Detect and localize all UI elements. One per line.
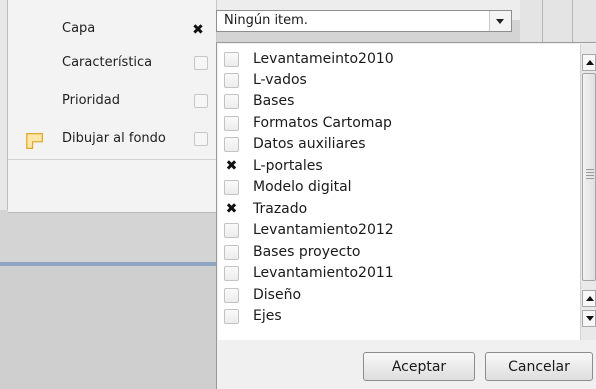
arrow-up-icon bbox=[586, 296, 594, 301]
window-left-edge bbox=[0, 0, 8, 210]
item-label: Ejes bbox=[253, 308, 282, 324]
item-checkbox[interactable] bbox=[224, 309, 239, 324]
dibujar-al-fondo-checkbox[interactable] bbox=[194, 132, 208, 146]
item-checkbox[interactable] bbox=[224, 288, 239, 303]
list-item[interactable]: Levantameinto2010 bbox=[218, 50, 568, 72]
item-label: Trazado bbox=[253, 201, 308, 217]
arrow-up-icon bbox=[586, 60, 594, 65]
item-label: Diseño bbox=[253, 287, 302, 303]
list-item[interactable]: Modelo digital bbox=[218, 178, 568, 200]
item-label: Datos auxiliares bbox=[253, 136, 366, 152]
list-item[interactable]: Ejes bbox=[218, 307, 568, 329]
item-checkbox[interactable] bbox=[224, 266, 239, 281]
item-label: Bases proyecto bbox=[253, 244, 361, 260]
item-checkbox[interactable] bbox=[224, 116, 239, 131]
scroll-up-button[interactable] bbox=[582, 54, 596, 71]
chevron-down-icon bbox=[496, 19, 504, 24]
cancel-button[interactable]: Cancelar bbox=[485, 352, 593, 381]
grip-icon bbox=[586, 169, 594, 181]
item-label: Formatos Cartomap bbox=[253, 115, 392, 131]
item-label: Levantamiento2012 bbox=[253, 222, 394, 238]
row-label-capa: Capa bbox=[62, 21, 96, 36]
list-item[interactable]: Levantamiento2011 bbox=[218, 264, 568, 286]
empty-canvas-area bbox=[0, 266, 216, 389]
layer-combo[interactable]: Ningún item. bbox=[216, 10, 512, 32]
layer-dropdown: Levantameinto2010 L-vados Bases Formatos… bbox=[216, 42, 596, 389]
item-checkbox[interactable] bbox=[224, 52, 239, 67]
capa-checkbox[interactable]: ✖ bbox=[191, 23, 205, 37]
combo-dropdown-button[interactable] bbox=[489, 11, 511, 31]
prioridad-checkbox[interactable] bbox=[194, 94, 208, 108]
item-checkbox[interactable] bbox=[224, 223, 239, 238]
row-label-dibujar-al-fondo: Dibujar al fondo bbox=[62, 131, 166, 146]
list-item[interactable]: Levantamiento2012 bbox=[218, 221, 568, 243]
list-item[interactable]: Diseño bbox=[218, 286, 568, 308]
row-label-caracteristica: Característica bbox=[62, 55, 153, 70]
item-checkbox[interactable] bbox=[224, 94, 239, 109]
layer-checklist: Levantameinto2010 L-vados Bases Formatos… bbox=[218, 44, 580, 340]
list-item[interactable]: ✖ Trazado bbox=[218, 200, 568, 222]
item-label: Levantameinto2010 bbox=[253, 51, 394, 67]
item-checkbox[interactable] bbox=[224, 180, 239, 195]
folder-icon bbox=[26, 133, 43, 149]
list-item[interactable]: Bases proyecto bbox=[218, 243, 568, 265]
accept-button[interactable]: Aceptar bbox=[363, 352, 475, 381]
scroll-up-button-lower[interactable] bbox=[582, 290, 596, 307]
panel-divider bbox=[8, 159, 216, 160]
item-checkbox[interactable] bbox=[224, 137, 239, 152]
row-label-prioridad: Prioridad bbox=[62, 93, 120, 108]
list-item[interactable]: Bases bbox=[218, 92, 568, 114]
item-checkbox[interactable] bbox=[224, 73, 239, 88]
combo-value: Ningún item. bbox=[224, 13, 308, 28]
caracteristica-checkbox[interactable] bbox=[194, 56, 208, 70]
item-label: L-vados bbox=[253, 72, 307, 88]
item-label: L-portales bbox=[253, 158, 323, 174]
item-label: Levantamiento2011 bbox=[253, 265, 394, 281]
item-checkbox-checked[interactable]: ✖ bbox=[224, 158, 239, 174]
list-item[interactable]: Formatos Cartomap bbox=[218, 114, 568, 136]
item-checkbox-checked[interactable]: ✖ bbox=[224, 201, 239, 217]
item-label: Bases bbox=[253, 93, 295, 109]
list-scrollbar[interactable] bbox=[580, 44, 596, 340]
list-item[interactable]: ✖ L-portales bbox=[218, 157, 568, 179]
scroll-thumb[interactable] bbox=[582, 73, 596, 281]
background-toolbar-area bbox=[520, 0, 596, 46]
item-checkbox[interactable] bbox=[224, 245, 239, 260]
item-label: Modelo digital bbox=[253, 179, 352, 195]
list-item[interactable]: Datos auxiliares bbox=[218, 135, 568, 157]
arrow-down-icon bbox=[586, 316, 594, 321]
scroll-down-button[interactable] bbox=[582, 310, 596, 327]
list-item[interactable]: L-vados bbox=[218, 71, 568, 93]
